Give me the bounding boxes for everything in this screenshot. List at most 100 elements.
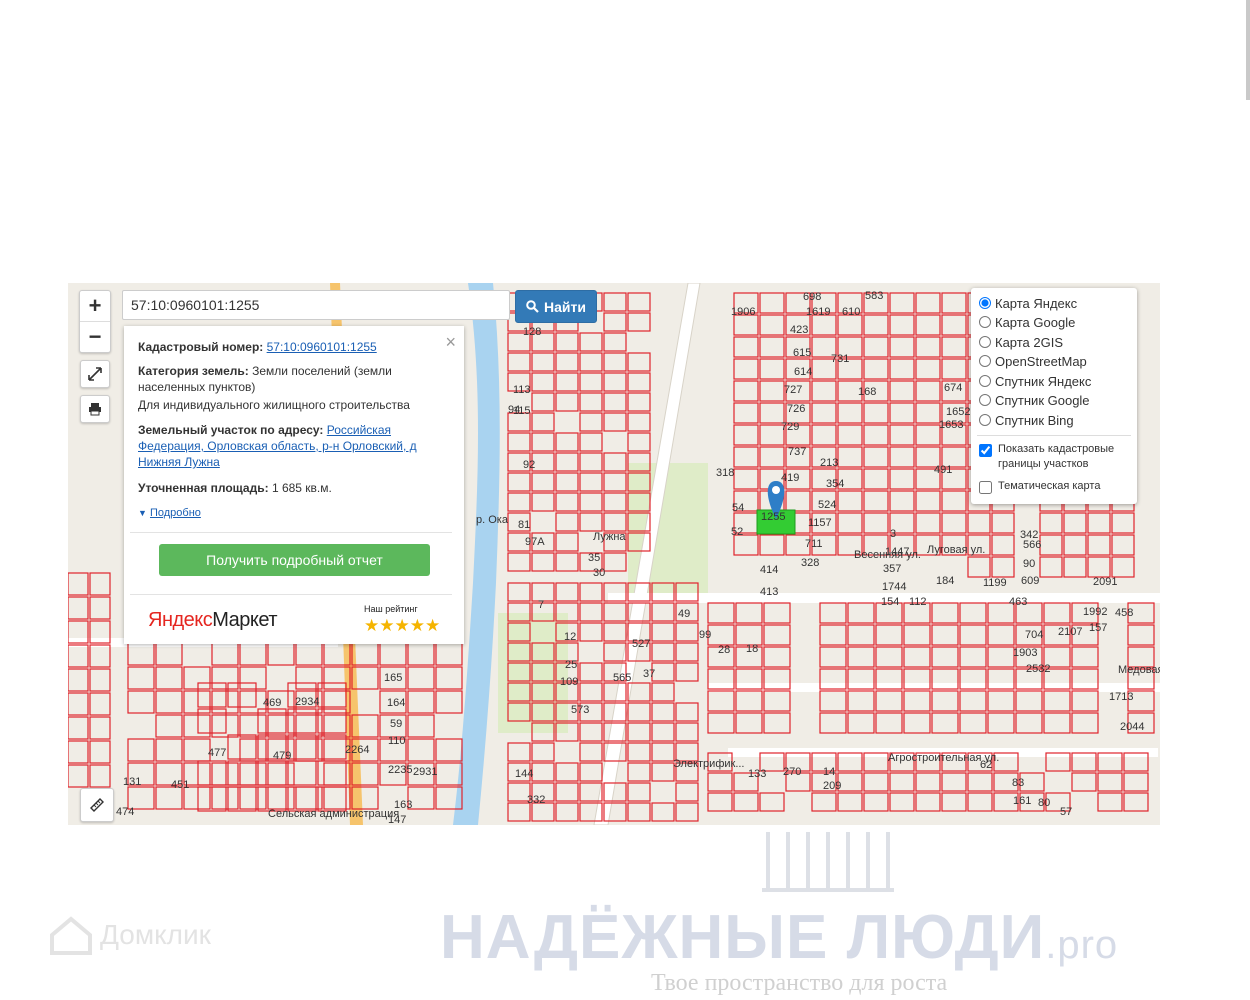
- parcel-outline: [651, 702, 675, 722]
- parcel-outline: [651, 722, 675, 742]
- layer-option-2gis-map[interactable]: Карта 2GIS: [979, 333, 1063, 351]
- parcel-outline: [733, 468, 759, 490]
- parcel-outline: [733, 336, 759, 358]
- map-label: 110: [388, 735, 406, 747]
- zoom-in-button[interactable]: +: [80, 291, 110, 321]
- parcel-outline: [759, 534, 785, 556]
- fullscreen-button[interactable]: [80, 360, 110, 388]
- parcel-outline: [889, 292, 915, 314]
- more-details-label: Подробно: [149, 507, 201, 519]
- map-label: 57: [1060, 806, 1072, 818]
- get-report-button[interactable]: Получить подробный отчет: [159, 544, 430, 576]
- more-details-link[interactable]: ▼ Подробно: [138, 507, 201, 519]
- parcel-outline: [627, 392, 651, 412]
- map-label: 565: [613, 672, 631, 684]
- parcel-outline: [1039, 556, 1063, 578]
- parcel-outline: [379, 642, 407, 666]
- print-button[interactable]: [80, 395, 110, 423]
- parcel-outline: [555, 532, 579, 552]
- layer-option-bing-satellite[interactable]: Спутник Bing: [979, 411, 1074, 429]
- map-label: 527: [632, 638, 650, 650]
- cadastral-search-input[interactable]: [122, 290, 510, 320]
- layer-option-yandex-map[interactable]: Карта Яндекс: [979, 294, 1077, 312]
- layer-radio[interactable]: [979, 336, 991, 348]
- map-label: 94: [508, 404, 520, 416]
- map-label: 2235: [388, 764, 412, 776]
- map-label: 213: [820, 457, 838, 469]
- parcel-outline: [211, 762, 239, 786]
- map-label: 469: [263, 697, 281, 709]
- parcel-outline: [603, 472, 627, 492]
- parcel-outline: [735, 712, 763, 734]
- cadastral-number-link[interactable]: 57:10:0960101:1255: [267, 340, 377, 354]
- parcel-outline: [959, 646, 987, 668]
- parcel-outline: [267, 786, 295, 810]
- parcel-outline: [407, 642, 435, 666]
- map-label: 270: [783, 766, 801, 778]
- layer-radio[interactable]: [979, 297, 991, 309]
- usage-row: Для индивидуального жилищного строительс…: [138, 398, 410, 412]
- layer-option-google-satellite[interactable]: Спутник Google: [979, 391, 1090, 409]
- thematic-map-label: Тематическая карта: [998, 480, 1101, 492]
- layer-option-google-map[interactable]: Карта Google: [979, 313, 1075, 331]
- map-label: 491: [934, 464, 952, 476]
- parcel-outline: [239, 738, 267, 762]
- parcel-outline: [531, 552, 555, 572]
- layer-radio[interactable]: [979, 414, 991, 426]
- parcel-outline: [889, 792, 915, 812]
- map-label: 419: [781, 472, 799, 484]
- parcel-outline: [931, 602, 959, 624]
- map-label: 583: [865, 290, 883, 302]
- parcel-outline: [819, 624, 847, 646]
- layer-radio[interactable]: [979, 394, 991, 406]
- layer-radio[interactable]: [979, 375, 991, 387]
- layer-radio[interactable]: [979, 355, 991, 367]
- map-label: 332: [527, 794, 545, 806]
- map-label: 524: [818, 499, 836, 511]
- parcel-outline: [759, 446, 785, 468]
- parcel-outline: [863, 446, 889, 468]
- thematic-map-option[interactable]: Тематическая карта: [979, 479, 1100, 494]
- show-borders-option[interactable]: Показать кадастровые границы участков: [979, 442, 1129, 472]
- map-label: 451: [171, 779, 189, 791]
- parcel-outline: [1063, 512, 1087, 534]
- parcel-outline: [507, 582, 531, 602]
- parcel-outline: [531, 352, 555, 372]
- show-borders-label: Показать кадастровые границы участков: [998, 443, 1115, 470]
- parcel-outline: [555, 552, 579, 572]
- search-button[interactable]: Найти: [515, 290, 597, 323]
- parcel-outline: [89, 596, 111, 620]
- rating-label: Наш рейтинг: [364, 604, 418, 614]
- page-scrollbar[interactable]: [1246, 0, 1250, 100]
- cadastral-map[interactable]: 1906 423 615 614 727 726 729 737 419 318 54 52 1255 2…: [68, 283, 1160, 825]
- layer-option-yandex-satellite[interactable]: Спутник Яндекс: [979, 372, 1091, 390]
- parcel-outline: [889, 380, 915, 402]
- parcel-outline: [707, 624, 735, 646]
- parcel-outline: [931, 646, 959, 668]
- parcel-outline: [837, 446, 863, 468]
- parcel-outline: [763, 624, 791, 646]
- parcel-outline: [555, 352, 579, 372]
- parcel-outline: [257, 760, 287, 786]
- parcel-outline: [863, 468, 889, 490]
- divider: [130, 594, 452, 595]
- parcel-outline: [627, 782, 651, 802]
- map-label: 1903: [1013, 647, 1037, 659]
- parcel-outline: [903, 624, 931, 646]
- zoom-out-button[interactable]: −: [80, 321, 110, 352]
- map-label: 3: [890, 528, 896, 540]
- thematic-map-checkbox[interactable]: [979, 481, 992, 494]
- layer-option-osm[interactable]: OpenStreetMap: [979, 352, 1087, 370]
- parcel-outline: [627, 722, 651, 742]
- parcel-outline: [555, 452, 579, 472]
- parcel-outline: [931, 690, 959, 712]
- ruler-button[interactable]: [80, 788, 114, 822]
- parcel-outline: [579, 662, 603, 682]
- map-label: 726: [787, 403, 805, 415]
- layer-radio[interactable]: [979, 316, 991, 328]
- parcel-outline: [675, 642, 699, 662]
- yandex-market-logo[interactable]: ЯндексМаркет: [148, 609, 277, 632]
- parcel-outline: [68, 668, 89, 692]
- close-icon[interactable]: ×: [445, 332, 456, 353]
- show-borders-checkbox[interactable]: [979, 444, 992, 457]
